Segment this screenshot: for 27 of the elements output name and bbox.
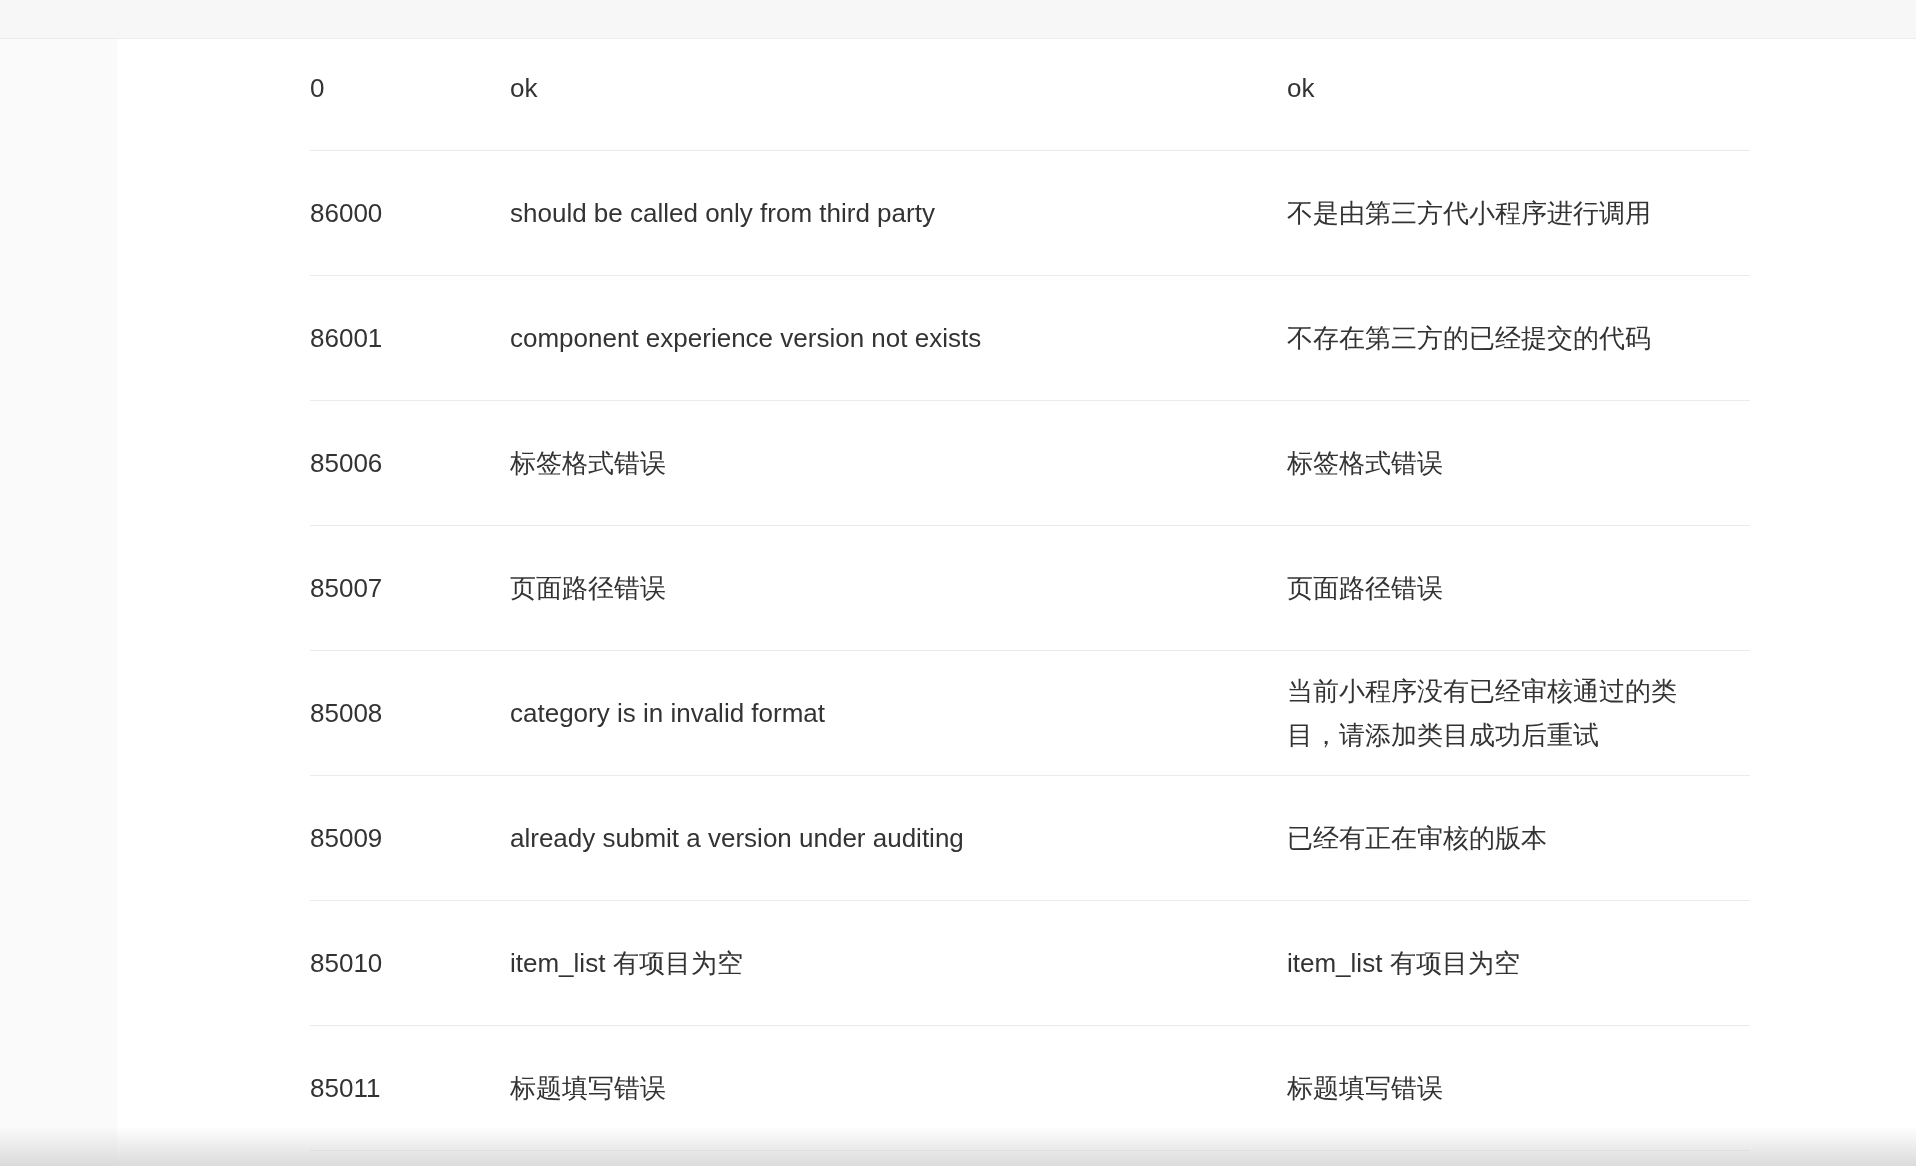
table-cell-text: 85007: [310, 572, 384, 604]
table-cell-text: 页面路径错误: [510, 571, 667, 605]
table-cell-text: 已经有正在审核的版本: [1287, 821, 1548, 855]
table-cell-text: 85008: [310, 697, 384, 729]
table-cell-text: component experience version not exists: [510, 322, 983, 354]
table-cell-text: 85011: [310, 1072, 382, 1104]
table-cell-text: 86001: [310, 322, 384, 354]
table-cell-text: 85009: [310, 822, 384, 854]
table-cell-text: 不是由第三方代小程序进行调用: [1287, 196, 1652, 230]
table-cell-text: already submit a version under auditing: [510, 822, 965, 854]
table-cell-text: 不存在第三方的已经提交的代码: [1287, 321, 1652, 355]
table-cell-text: 标题填写错误: [510, 1071, 667, 1105]
table-cell-text: should be called only from third party: [510, 197, 936, 229]
table-cell-text: category is in invalid format: [510, 697, 827, 729]
table-cell-text: 标题填写错误: [1287, 1071, 1444, 1105]
table-cell-text: 当前小程序没有已经审核通过的类目，请添加类目成功后重试: [1287, 674, 1678, 752]
table-cell-text: 标签格式错误: [1287, 446, 1444, 480]
table-cell-text: ok: [510, 72, 539, 104]
table-cell-text: 0: [310, 72, 326, 104]
table-cell-text: 85006: [310, 447, 384, 479]
table-cell-text: item_list 有项目为空: [510, 946, 744, 980]
table-cell-text: ok: [1287, 71, 1316, 105]
table-cell-text: 标签格式错误: [510, 446, 667, 480]
table-cell-text: item_list 有项目为空: [1287, 946, 1521, 980]
table-cell-text: 85010: [310, 947, 384, 979]
table-cell-text: 页面路径错误: [1287, 571, 1444, 605]
table-cell-text: 86000: [310, 197, 384, 229]
